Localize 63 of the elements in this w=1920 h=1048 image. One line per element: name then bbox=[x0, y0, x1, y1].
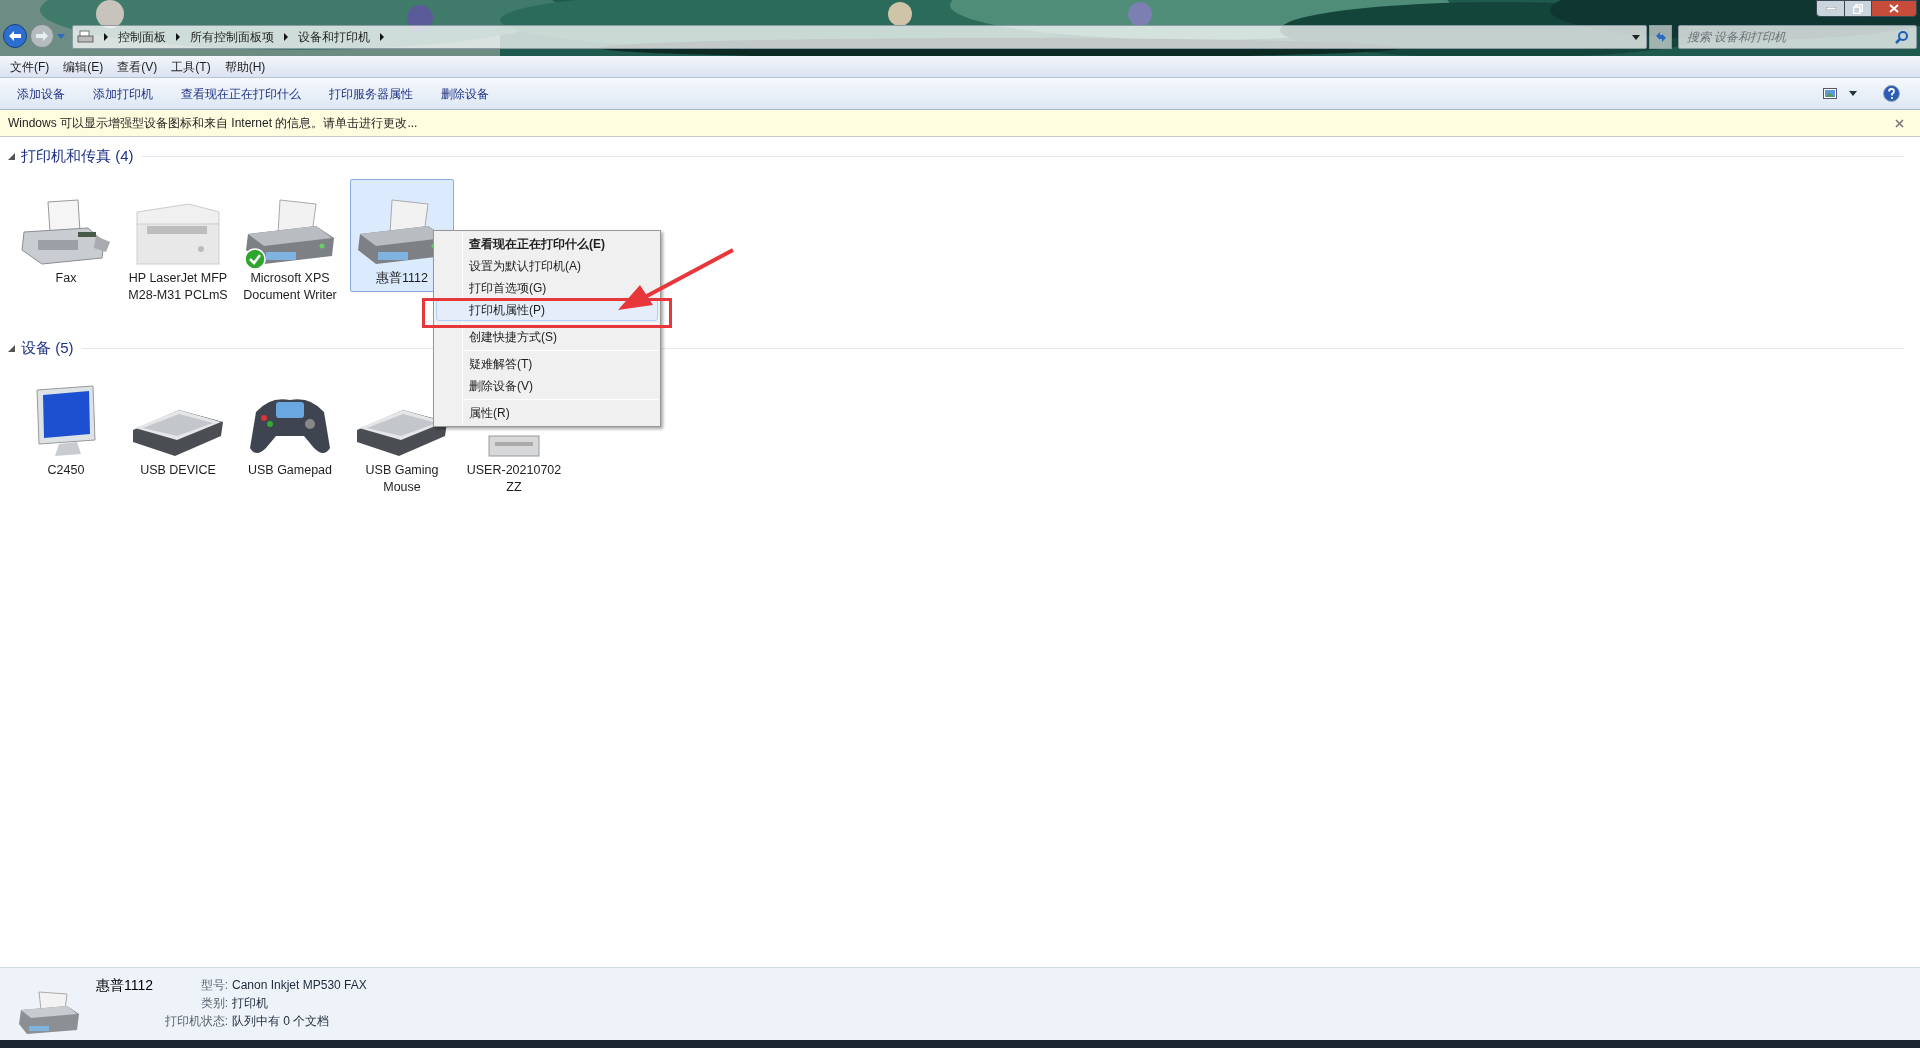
refresh-button[interactable] bbox=[1649, 25, 1672, 49]
search-icon bbox=[1895, 30, 1908, 44]
fax-machine-icon bbox=[20, 198, 112, 266]
device-tile[interactable]: USB DEVICE bbox=[126, 371, 230, 484]
restore-icon bbox=[1853, 3, 1863, 14]
menu-item[interactable]: 查看(V) bbox=[110, 57, 165, 76]
toolbar-button[interactable]: 添加设备 bbox=[6, 81, 76, 106]
minimize-button[interactable] bbox=[1816, 0, 1845, 17]
close-button[interactable] bbox=[1871, 0, 1917, 17]
maximize-button[interactable] bbox=[1845, 0, 1871, 17]
close-icon[interactable] bbox=[1895, 118, 1904, 128]
view-icon bbox=[1823, 88, 1837, 99]
dropdown-arrow-icon bbox=[57, 33, 65, 39]
collapse-icon[interactable] bbox=[8, 152, 15, 160]
help-icon bbox=[1883, 85, 1900, 102]
forward-arrow-icon bbox=[35, 30, 49, 42]
chevron-icon bbox=[378, 33, 386, 41]
device-tile[interactable]: Microsoft XPS Document Writer bbox=[238, 179, 342, 309]
menu-item[interactable]: 帮助(H) bbox=[217, 57, 273, 76]
printer-icon bbox=[244, 198, 336, 266]
dropdown-arrow-icon[interactable] bbox=[1632, 34, 1640, 40]
device-tile[interactable]: C2450 bbox=[14, 371, 118, 484]
search-field[interactable]: 搜索 设备和打印机 bbox=[1678, 25, 1917, 49]
printer-icon bbox=[17, 990, 81, 1036]
info-bar-message[interactable]: Windows 可以显示增强型设备图标和来自 Internet 的信息。请单击进行更改... bbox=[8, 114, 418, 132]
chevron-icon bbox=[102, 33, 110, 41]
breadcrumb[interactable]: 设备和打印机 bbox=[298, 28, 370, 46]
field-label: 类别: bbox=[199, 995, 228, 1012]
field-label: 打印机状态: bbox=[163, 1013, 228, 1030]
computer-icon bbox=[487, 434, 541, 458]
keyboard-icon bbox=[131, 408, 225, 458]
field-label: 型号: bbox=[199, 977, 228, 994]
group-header[interactable]: 打印机和传真 (4) bbox=[21, 144, 134, 168]
chevron-icon bbox=[174, 33, 182, 41]
menu-item[interactable]: 创建快捷方式(S) bbox=[436, 326, 658, 348]
dropdown-arrow-icon bbox=[1849, 91, 1857, 96]
toolbar-button[interactable]: 添加打印机 bbox=[82, 81, 164, 106]
monitor-icon bbox=[35, 384, 97, 458]
device-tile[interactable]: Fax bbox=[14, 179, 118, 292]
menu-item[interactable]: 工具(T) bbox=[164, 57, 218, 76]
toolbar-button[interactable]: 查看现在正在打印什么 bbox=[170, 81, 312, 106]
field-value: 打印机 bbox=[232, 995, 269, 1012]
search-input: 搜索 设备和打印机 bbox=[1687, 28, 1895, 46]
minimize-icon bbox=[1825, 7, 1836, 10]
device-tile[interactable]: USB Gamepad bbox=[238, 371, 342, 484]
field-value: Canon Inkjet MP530 FAX bbox=[232, 977, 367, 994]
back-arrow-icon bbox=[8, 30, 22, 42]
close-icon bbox=[1889, 4, 1899, 13]
breadcrumb[interactable]: 控制面板 bbox=[118, 28, 166, 46]
group-header[interactable]: 设备 (5) bbox=[21, 336, 74, 360]
printer-icon bbox=[77, 30, 94, 44]
address-bar[interactable]: 控制面板 所有控制面板项 设备和打印机 bbox=[72, 25, 1647, 49]
device-tile[interactable]: HP LaserJet MFP M28-M31 PCLmS bbox=[126, 179, 230, 309]
field-value: 队列中有 0 个文档 bbox=[232, 1013, 331, 1030]
laser-printer-icon bbox=[135, 202, 221, 266]
collapse-icon[interactable] bbox=[8, 344, 15, 352]
device-name: 惠普1112 bbox=[96, 976, 155, 995]
menu-item[interactable]: 文件(F) bbox=[3, 57, 57, 76]
toolbar-button[interactable]: 删除设备 bbox=[430, 81, 500, 106]
toolbar-button[interactable]: 打印服务器属性 bbox=[318, 81, 424, 106]
chevron-icon bbox=[282, 33, 290, 41]
breadcrumb[interactable]: 所有控制面板项 bbox=[190, 28, 274, 46]
menu-item[interactable]: 编辑(E) bbox=[56, 57, 111, 76]
